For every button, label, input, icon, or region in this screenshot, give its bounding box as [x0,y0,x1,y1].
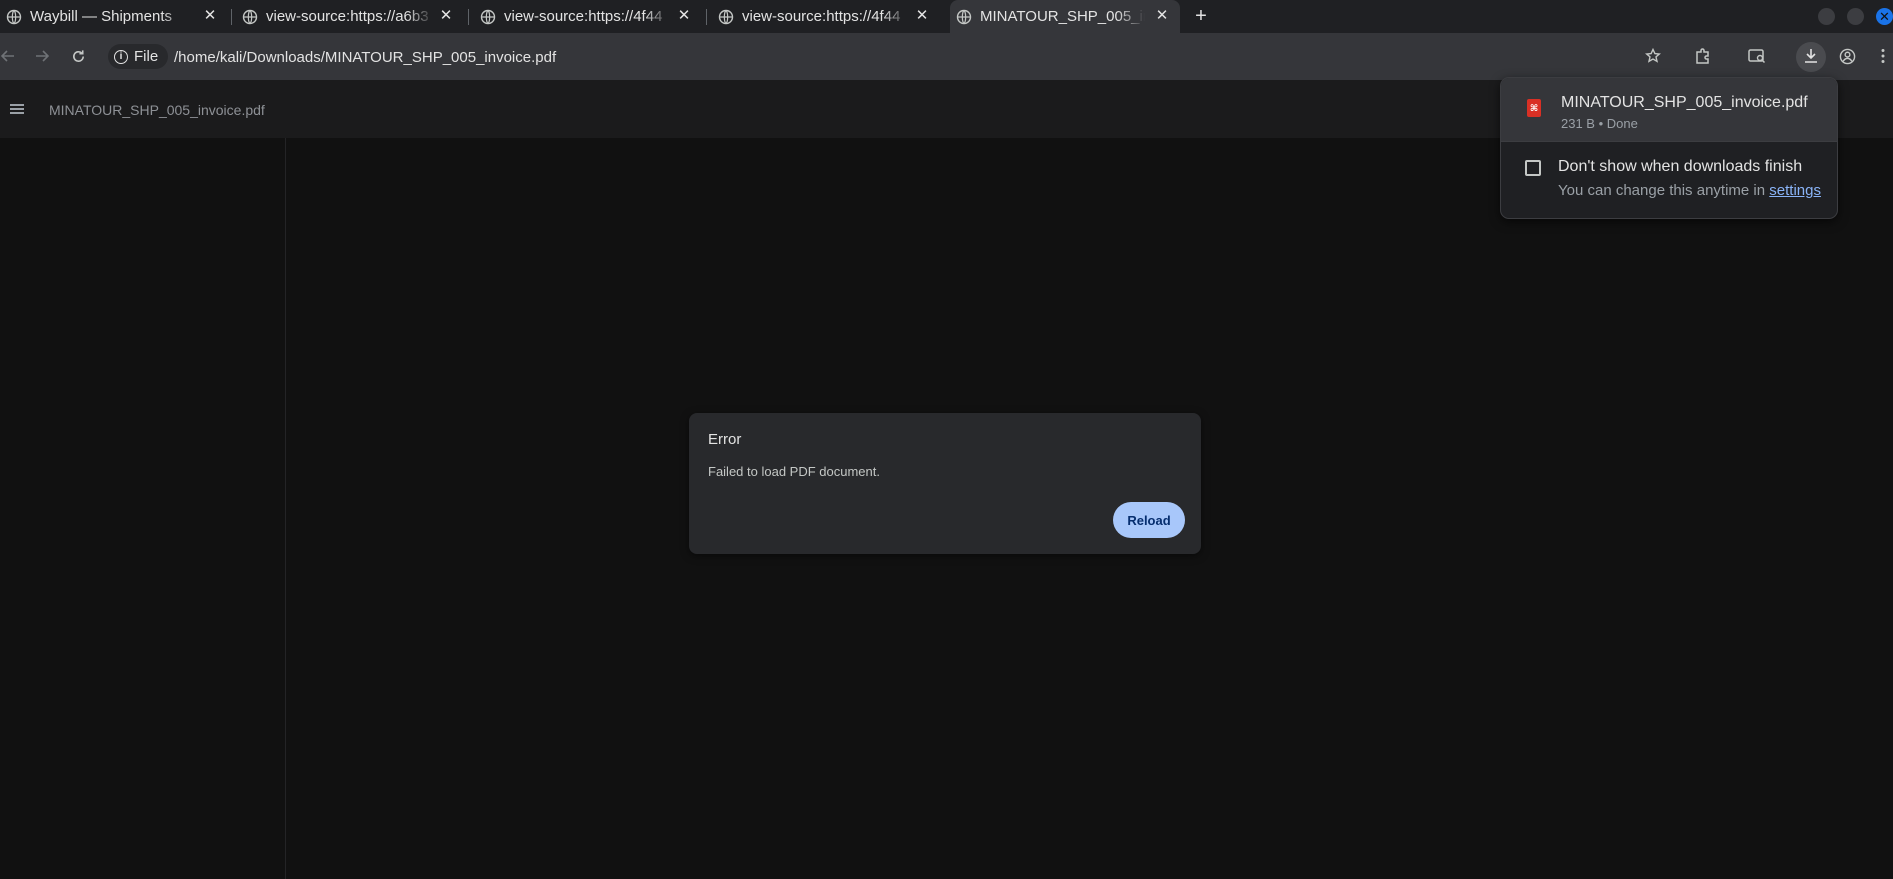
reload-icon[interactable] [68,46,88,66]
download-item[interactable]: ⌘ MINATOUR_SHP_005_invoice.pdf 231 B • D… [1501,78,1837,141]
bookmark-star-icon[interactable] [1643,46,1663,66]
url-text[interactable]: /home/kali/Downloads/MINATOUR_SHP_005_in… [174,49,556,66]
close-tab-icon[interactable]: ✕ [438,8,454,24]
tab-minatour-invoice[interactable]: MINATOUR_SHP_005_in ✕ [950,0,1180,33]
maximize-window-button[interactable] [1847,8,1864,25]
minimize-window-button[interactable] [1818,8,1835,25]
close-tab-icon[interactable]: ✕ [202,8,218,24]
error-dialog-message: Failed to load PDF document. [708,464,880,479]
tab-strip: Waybill — Shipments ✕ view-source:https:… [0,0,1893,33]
globe-icon [956,9,972,24]
tab-title: view-source:https://4f44 [504,8,672,25]
globe-icon [480,9,496,24]
sidebar-divider [285,138,286,879]
globe-icon [718,9,734,24]
download-status: 231 B • Done [1561,116,1638,131]
more-menu-icon[interactable] [1873,46,1893,66]
settings-hint-text: You can change this anytime in [1558,182,1770,199]
globe-icon [6,9,22,24]
divider [1501,141,1837,142]
tab-view-source-a6b3[interactable]: view-source:https://a6b3 ✕ [236,0,464,33]
settings-link[interactable]: settings [1769,182,1821,199]
forward-icon[interactable] [32,46,52,66]
error-dialog-title: Error [708,431,742,448]
tab-title: view-source:https://4f44 [742,8,910,25]
menu-icon[interactable] [10,104,24,114]
dont-show-checkbox[interactable] [1525,160,1541,176]
dont-show-checkbox-label[interactable]: Don't show when downloads finish [1558,158,1802,176]
close-window-button[interactable]: ✕ [1876,8,1893,25]
tab-search-icon[interactable] [1747,46,1767,66]
tab-title: Waybill — Shipments [30,8,190,25]
download-icon[interactable] [1801,46,1821,66]
tab-waybill-shipments[interactable]: Waybill — Shipments ✕ [0,0,228,33]
settings-hint: You can change this anytime in settings [1558,182,1821,199]
back-icon[interactable] [0,46,18,66]
info-icon: i [114,49,128,64]
close-tab-icon[interactable]: ✕ [914,8,930,24]
site-info-label: File [134,48,159,65]
reload-button[interactable]: Reload [1113,502,1185,538]
globe-icon [242,9,258,24]
tab-separator [468,9,469,25]
extensions-icon[interactable] [1693,46,1713,66]
tab-view-source-4f44-1[interactable]: view-source:https://4f44 ✕ [474,0,702,33]
close-tab-icon[interactable]: ✕ [676,8,692,24]
tab-title: view-source:https://a6b3 [266,8,434,25]
tab-separator [706,9,707,25]
browser-toolbar: i File /home/kali/Downloads/MINATOUR_SHP… [0,33,1893,80]
downloads-panel: ⌘ MINATOUR_SHP_005_invoice.pdf 231 B • D… [1500,77,1838,219]
close-tab-icon[interactable]: ✕ [1154,8,1170,24]
tab-separator [231,9,232,25]
profile-icon[interactable] [1837,46,1857,66]
tab-view-source-4f44-2[interactable]: view-source:https://4f44 ✕ [712,0,940,33]
site-info-chip[interactable]: i File [108,44,169,69]
tab-title: MINATOUR_SHP_005_in [980,8,1145,25]
pdf-document-title: MINATOUR_SHP_005_invoice.pdf [49,102,265,118]
pdf-file-icon: ⌘ [1527,99,1541,117]
download-file-name: MINATOUR_SHP_005_invoice.pdf [1561,94,1808,111]
new-tab-button[interactable]: + [1190,5,1212,27]
error-dialog: Error Failed to load PDF document. Reloa… [689,413,1201,554]
